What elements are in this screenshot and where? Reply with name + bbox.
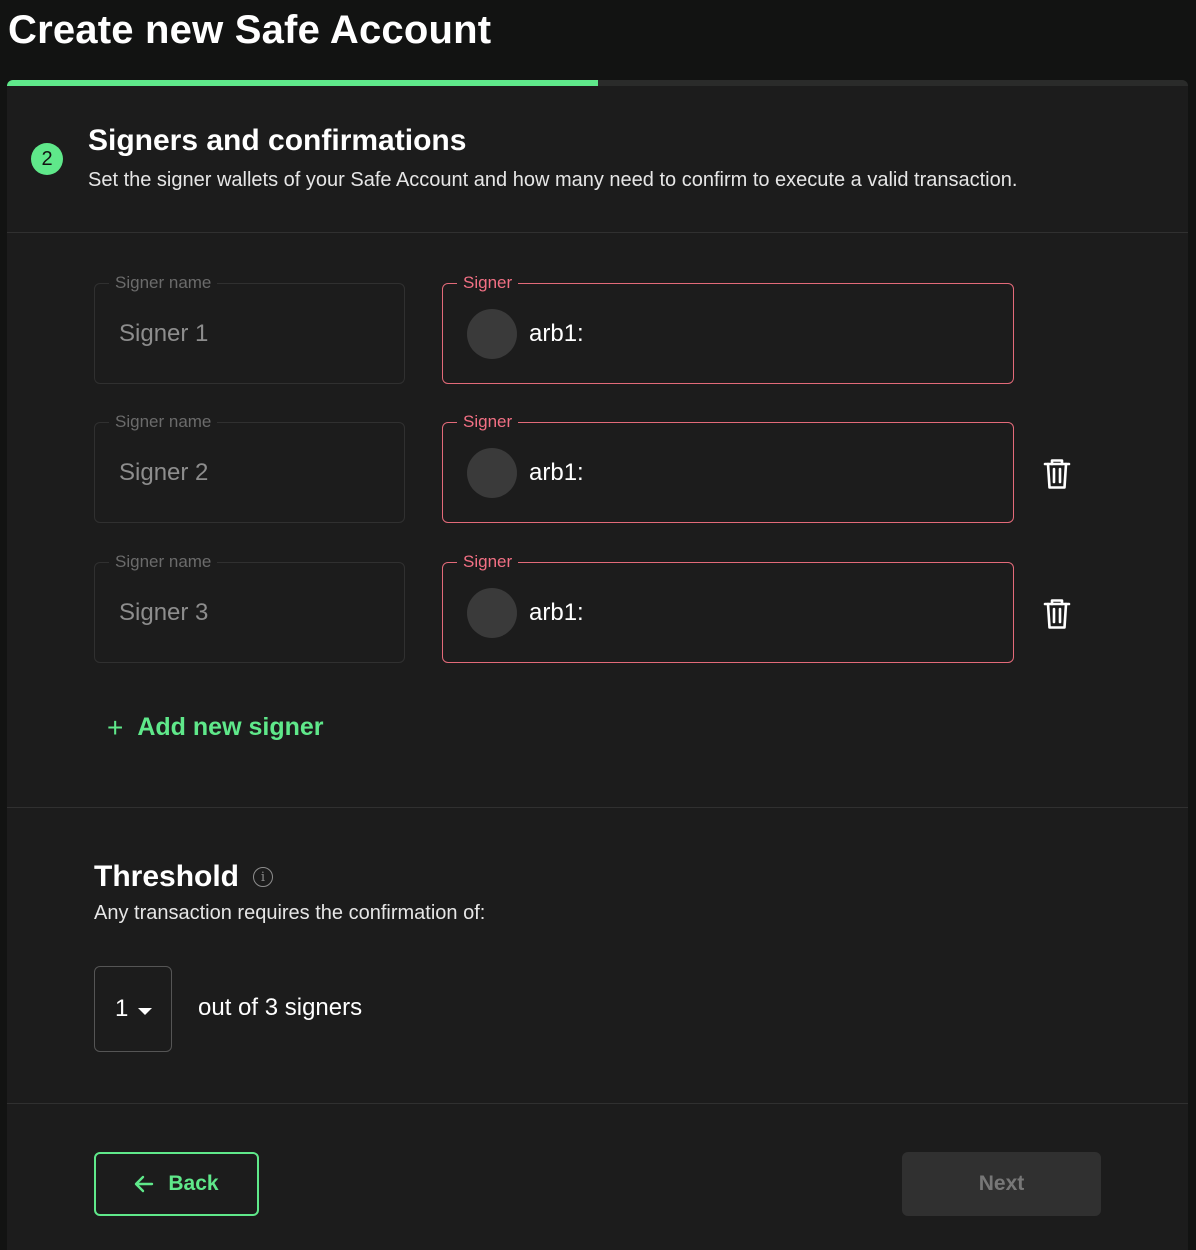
signer-address-field[interactable]: Signer arb1: [442,273,1014,384]
signer-name-value[interactable]: Signer 3 [119,599,208,627]
info-icon[interactable]: i [253,867,274,887]
threshold-title-row: Threshold i [94,860,274,894]
avatar [467,588,517,638]
next-button-label: Next [978,1172,1025,1195]
arrow-left-icon [135,1175,154,1193]
signer-address-label: Signer [457,412,519,432]
threshold-out-of-text: out of 3 signers [198,994,363,1021]
back-button[interactable]: Back [94,1152,259,1216]
add-new-signer-button[interactable]: + Add new signer [107,713,324,742]
plus-icon: + [107,711,124,743]
signers-section: Signer name Signer 1 Signer arb1: Signer… [7,233,1188,808]
trash-icon [1043,459,1071,489]
next-button[interactable]: Next [902,1152,1101,1216]
signer-row: Signer name Signer 3 Signer arb1: [7,512,1188,663]
caret-down-icon [138,1008,152,1015]
back-button-label: Back [168,1172,219,1195]
signer-address-value[interactable]: arb1: [529,459,584,487]
step-number-badge: 2 [31,143,63,175]
signer-address-value[interactable]: arb1: [529,599,584,627]
signer-name-field[interactable]: Signer name Signer 3 [94,552,405,663]
signer-address-label: Signer [457,552,519,572]
threshold-title: Threshold [94,860,240,893]
signer-address-label: Signer [457,273,519,293]
step-title: Signers and confirmations [88,124,467,157]
signer-row: Signer name Signer 2 Signer arb1: [7,372,1188,523]
trash-icon [1043,599,1071,629]
threshold-select-value: 1 [115,995,129,1022]
signer-name-label: Signer name [109,412,218,432]
threshold-section: Threshold i Any transaction requires the… [7,808,1188,1104]
signer-address-field[interactable]: Signer arb1: [442,412,1014,523]
signer-name-label: Signer name [109,552,218,572]
signer-name-field[interactable]: Signer name Signer 1 [94,273,405,384]
threshold-select[interactable]: 1 [94,966,172,1052]
avatar [467,309,517,359]
signer-name-value[interactable]: Signer 2 [119,459,208,487]
signer-address-value[interactable]: arb1: [529,320,584,348]
signer-name-value[interactable]: Signer 1 [119,320,208,348]
delete-signer-button[interactable] [1041,457,1073,491]
step-subtitle: Set the signer wallets of your Safe Acco… [88,169,1018,191]
page-title: Create new Safe Account [8,8,492,52]
avatar [467,448,517,498]
add-new-signer-label: Add new signer [137,713,324,741]
create-safe-card: 2 Signers and confirmations Set the sign… [7,80,1188,1250]
signer-row: Signer name Signer 1 Signer arb1: [7,233,1188,384]
signer-name-label: Signer name [109,273,218,293]
step-header: 2 Signers and confirmations Set the sign… [7,86,1188,233]
threshold-description: Any transaction requires the confirmatio… [94,902,486,924]
signer-address-field[interactable]: Signer arb1: [442,552,1014,663]
signer-name-field[interactable]: Signer name Signer 2 [94,412,405,523]
delete-signer-button[interactable] [1041,597,1073,631]
